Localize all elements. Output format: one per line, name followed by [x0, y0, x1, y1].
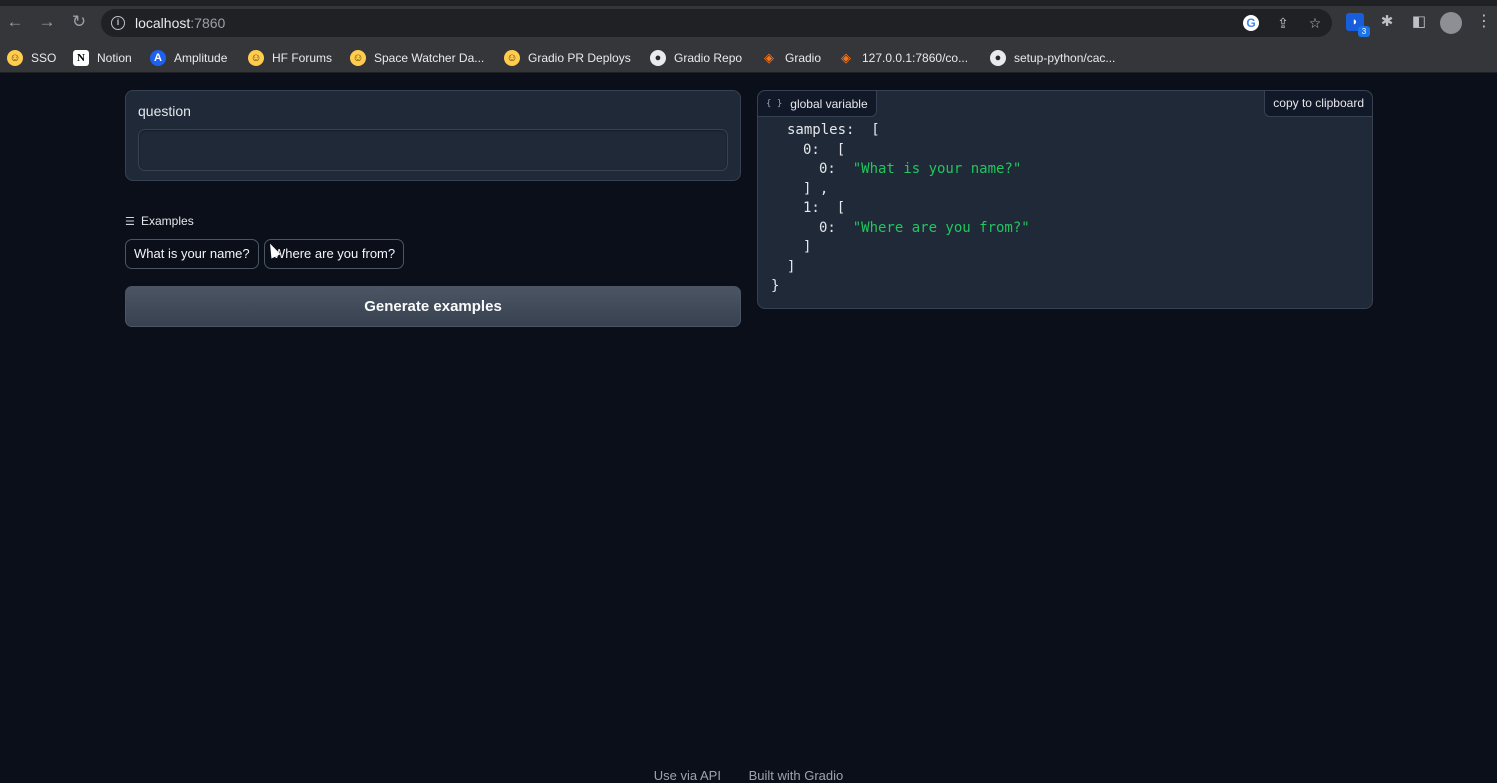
- huggingface-icon: ☺: [504, 50, 520, 66]
- json-line: 0: "Where are you from?": [819, 220, 1030, 236]
- google-icon[interactable]: G: [1243, 15, 1259, 31]
- json-string-value: "What is your name?": [852, 161, 1022, 177]
- copy-to-clipboard-button[interactable]: copy to clipboard: [1264, 91, 1372, 117]
- bookmark-setup-python[interactable]: ● setup-python/cac...: [990, 48, 1115, 68]
- json-panel-label: { } global variable: [758, 91, 877, 117]
- url-host: localhost: [135, 15, 191, 31]
- example-button[interactable]: What is your name?: [125, 239, 259, 269]
- json-line: 0: "What is your name?": [819, 161, 1021, 177]
- bookmark-label: SSO: [31, 51, 57, 65]
- bookmark-gradio-repo[interactable]: ● Gradio Repo: [650, 48, 742, 68]
- address-bar[interactable]: i localhost:7860 G ⇪ ☆: [101, 9, 1332, 37]
- url-port: :7860: [190, 15, 226, 31]
- bookmarks-bar: ☺ SSO N Notion A Amplitude ☺ HF Forums ☺ Spac…: [0, 44, 1497, 73]
- json-string-value: "Where are you from?": [852, 219, 1030, 236]
- bookmark-gradio-pr-deploys[interactable]: ☺ Gradio PR Deploys: [504, 48, 631, 68]
- side-panel-icon[interactable]: ◧: [1410, 13, 1428, 31]
- bookmark-amplitude[interactable]: A Amplitude: [150, 48, 227, 68]
- bookmark-label: Gradio: [785, 51, 822, 65]
- bookmark-localhost[interactable]: ◈ 127.0.0.1:7860/co...: [838, 48, 968, 68]
- url-text[interactable]: localhost:7860: [135, 15, 225, 31]
- site-info-icon[interactable]: i: [111, 16, 125, 30]
- json-line: }: [771, 278, 780, 294]
- bookmark-gradio[interactable]: ◈ Gradio: [761, 48, 821, 68]
- github-icon: ●: [650, 50, 666, 66]
- bookmark-label: Notion: [97, 51, 132, 65]
- bookmark-label: Space Watcher Da...: [374, 51, 485, 65]
- huggingface-icon: ☺: [248, 50, 264, 66]
- forward-arrow-icon[interactable]: →: [37, 12, 57, 32]
- json-line: 1: [: [803, 200, 846, 216]
- bookmark-sso[interactable]: ☺ SSO: [7, 48, 56, 68]
- example-button[interactable]: Where are you from?: [264, 239, 405, 269]
- bookmark-label: HF Forums: [272, 51, 332, 65]
- json-key: 0:: [819, 219, 853, 236]
- huggingface-icon: ☺: [7, 50, 23, 66]
- bookmark-label: 127.0.0.1:7860/co...: [862, 51, 969, 65]
- bookmark-hf-forums[interactable]: ☺ HF Forums: [248, 48, 332, 68]
- json-line: ]: [803, 239, 812, 255]
- bookmark-star-icon[interactable]: ☆: [1307, 15, 1323, 31]
- amplitude-icon: A: [150, 50, 166, 66]
- question-textbox-block: question: [125, 90, 741, 181]
- gradio-icon: ◈: [841, 50, 851, 65]
- browser-menu-icon[interactable]: ⋮: [1476, 12, 1492, 32]
- bookmark-label: Gradio Repo: [674, 51, 743, 65]
- notion-icon: N: [73, 50, 89, 66]
- json-line: 0: [: [803, 141, 846, 158]
- json-output-panel: samples: [ 0: [ 0: "What is your name?" ] ,…: [757, 90, 1373, 309]
- json-key: 0:: [819, 161, 853, 177]
- browser-toolbar: ← → ↻ i localhost:7860 G ⇪ ☆ ◗ 3 ✱ ◧ ⋮: [0, 0, 1497, 44]
- huggingface-icon: ☺: [350, 50, 366, 66]
- github-icon: ●: [990, 50, 1006, 66]
- bookmark-space-watcher[interactable]: ☺ Space Watcher Da...: [350, 48, 484, 68]
- reload-icon[interactable]: ↻: [69, 12, 89, 32]
- profile-avatar[interactable]: [1440, 12, 1462, 34]
- generate-examples-button[interactable]: Generate examples: [125, 286, 741, 327]
- bookmark-label: Amplitude: [174, 51, 228, 65]
- json-panel-label-text: global variable: [790, 96, 868, 111]
- share-icon[interactable]: ⇪: [1275, 15, 1291, 31]
- textbox-label: question: [138, 103, 191, 119]
- list-icon: ☰: [125, 215, 135, 228]
- bookmark-notion[interactable]: N Notion: [73, 48, 132, 68]
- json-line: ]: [787, 258, 796, 275]
- gradio-icon: ◈: [764, 50, 774, 65]
- json-line: samples: [: [787, 122, 880, 138]
- extensions-puzzle-icon[interactable]: ✱: [1378, 13, 1396, 31]
- bookmark-label: Gradio PR Deploys: [528, 51, 631, 65]
- json-line: ] ,: [803, 180, 829, 197]
- back-arrow-icon[interactable]: ←: [5, 12, 25, 32]
- braces-icon: { }: [766, 98, 783, 109]
- gradio-app: question ☰ Examples What is your name? W…: [0, 74, 1497, 783]
- examples-heading-label: Examples: [141, 214, 194, 228]
- examples-heading: ☰ Examples: [125, 214, 194, 228]
- tab-strip: [0, 0, 1497, 6]
- question-input[interactable]: [138, 129, 728, 171]
- bookmark-label: setup-python/cac...: [1014, 51, 1116, 65]
- extension-badge: 3: [1358, 26, 1370, 37]
